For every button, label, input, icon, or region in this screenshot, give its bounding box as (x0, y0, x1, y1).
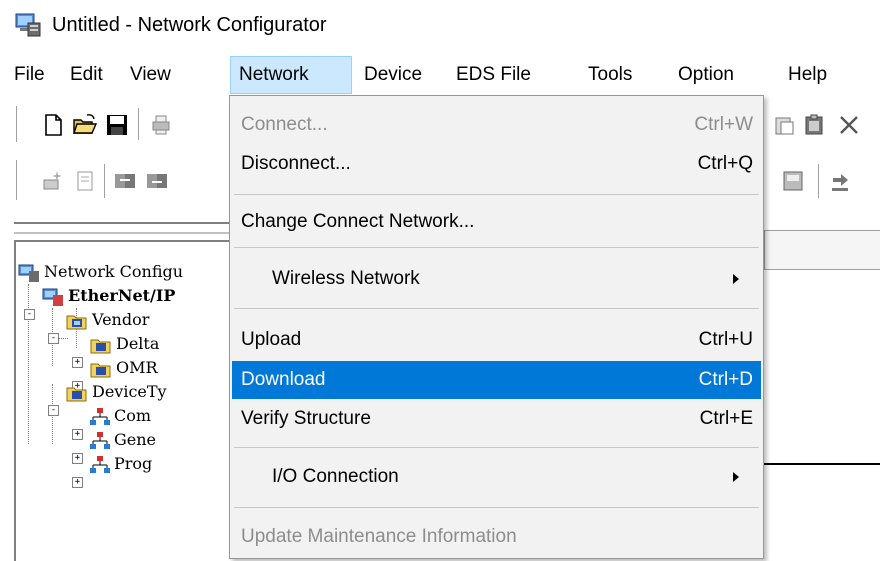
paste-icon[interactable] (772, 112, 798, 138)
tree-item-ethernet-ip[interactable]: EtherNet/IP (42, 284, 175, 308)
menu-separator (234, 308, 759, 309)
window-title: Untitled - Network Configurator (52, 14, 327, 36)
tree-item-network-configurator[interactable]: Network Configu (18, 260, 183, 284)
menu-item-connect[interactable]: Connect... Ctrl+W (232, 106, 761, 144)
delete-icon[interactable] (836, 112, 862, 138)
menu-bar: File Edit View Network Device EDS File T… (0, 56, 880, 96)
submenu-arrow-icon (733, 472, 739, 482)
menu-option[interactable]: Option (670, 56, 742, 94)
menu-network[interactable]: Network (230, 56, 352, 94)
folder-icon (90, 339, 111, 353)
menu-file[interactable]: File (6, 56, 53, 94)
toolbar-separator (818, 164, 819, 198)
tree-item-programmable[interactable]: Prog (90, 452, 152, 476)
network-menu-dropdown: Connect... Ctrl+W Disconnect... Ctrl+Q C… (229, 95, 764, 559)
menu-item-verify-structure[interactable]: Verify Structure Ctrl+E (232, 400, 761, 438)
tree-expand-toggle[interactable]: + (72, 429, 83, 440)
menu-help[interactable]: Help (780, 56, 835, 94)
device-tree-icon (90, 407, 110, 425)
device-tree-icon (90, 455, 110, 473)
tree-item-label: Gene (114, 430, 157, 449)
menu-tools[interactable]: Tools (580, 56, 640, 94)
new-file-icon[interactable] (40, 112, 66, 138)
menu-separator (234, 447, 759, 448)
title-bar: Untitled - Network Configurator (0, 0, 880, 52)
menu-eds-file[interactable]: EDS File (448, 56, 539, 94)
tree-expand-toggle[interactable]: + (72, 477, 83, 488)
tree-item-label: Prog (114, 454, 153, 473)
transfer-icon[interactable] (828, 168, 854, 194)
save-icon[interactable] (104, 112, 130, 138)
print-icon[interactable] (148, 112, 174, 138)
clipboard-icon[interactable] (802, 112, 828, 138)
tree-item-label: EtherNet/IP (68, 286, 176, 305)
pane-header (14, 222, 230, 234)
tree-item-omron[interactable]: OMR (90, 356, 158, 380)
menu-item-io-connection[interactable]: I/O Connection (232, 458, 761, 496)
tree-item-delta[interactable]: Delta (90, 332, 159, 356)
tree-item-device-type[interactable]: DeviceTy (66, 380, 167, 404)
tree-item-vendor[interactable]: Vendor (66, 308, 149, 332)
menu-device[interactable]: Device (356, 56, 430, 94)
tree-item-label: DeviceTy (92, 382, 167, 401)
tree-item-label: Vendor (92, 310, 150, 329)
document-icon[interactable] (72, 168, 98, 194)
tree-collapse-toggle[interactable]: - (24, 309, 35, 320)
menu-edit[interactable]: Edit (62, 56, 111, 94)
submenu-arrow-icon (733, 274, 739, 284)
menu-item-upload[interactable]: Upload Ctrl+U (232, 321, 761, 359)
network-configurator-icon (18, 264, 39, 282)
network-tree[interactable]: Network Configu - EtherNet/IP - Vendor +… (14, 240, 232, 561)
tree-item-communication[interactable]: Com (90, 404, 151, 428)
folder-icon (90, 363, 111, 377)
device-tree-icon (90, 431, 110, 449)
workspace-divider (764, 463, 880, 465)
toolbar-separator (138, 108, 139, 140)
tree-expand-toggle[interactable]: + (72, 357, 83, 368)
menu-item-wireless-network[interactable]: Wireless Network (232, 260, 761, 298)
toolbar-grip[interactable] (16, 106, 21, 142)
folder-icon (66, 387, 87, 401)
toolbar-grip[interactable] (16, 160, 21, 200)
menu-separator (234, 507, 759, 508)
upload-device-icon[interactable] (112, 168, 138, 194)
menu-separator (234, 194, 759, 195)
network-configurator-icon (15, 13, 41, 37)
add-device-icon[interactable] (40, 168, 66, 194)
menu-view[interactable]: View (122, 56, 179, 94)
folder-icon (66, 315, 87, 329)
menu-item-disconnect[interactable]: Disconnect... Ctrl+Q (232, 145, 761, 183)
download-device-icon[interactable] (144, 168, 170, 194)
menu-item-download[interactable]: Download Ctrl+D (232, 361, 761, 399)
tree-item-label: OMR (116, 358, 158, 377)
ethernet-ip-icon (42, 288, 63, 306)
tree-expand-toggle[interactable]: + (72, 453, 83, 464)
menu-item-change-connect-network[interactable]: Change Connect Network... (232, 203, 761, 241)
tree-collapse-toggle[interactable]: - (48, 405, 59, 416)
device-monitor-icon[interactable] (780, 168, 806, 194)
workspace-tab[interactable] (764, 230, 880, 270)
menu-item-update-maintenance-information[interactable]: Update Maintenance Information (232, 518, 761, 556)
tree-item-general[interactable]: Gene (90, 428, 156, 452)
tree-item-label: Network Configu (44, 262, 184, 281)
toolbar-separator (104, 164, 105, 198)
tree-item-label: Delta (116, 334, 160, 353)
menu-separator (234, 247, 759, 248)
open-folder-icon[interactable] (72, 112, 98, 138)
tree-item-label: Com (114, 406, 152, 425)
